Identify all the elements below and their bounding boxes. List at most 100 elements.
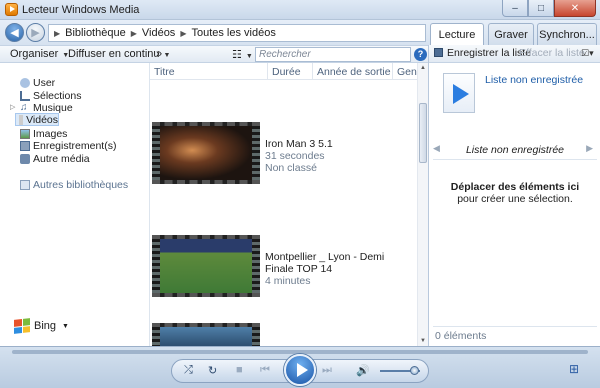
divider [433,326,597,327]
nav-item-user[interactable]: User [20,76,55,89]
switch-to-now-playing-button[interactable]: ⊞ [569,362,579,376]
column-release-year[interactable]: Année de sortie [317,66,391,78]
help-button[interactable]: ? [414,48,427,61]
stop-button[interactable]: ■ [236,364,243,376]
nav-item-label: Autre média [33,152,90,165]
view-options-icon: ☷ [232,49,242,61]
organize-label: Organiser [10,48,59,60]
expand-music-icon[interactable]: ▷ [10,103,15,111]
breadcrumb-library[interactable]: Bibliothèque [65,27,126,39]
breadcrumb-separator: ▶ [180,28,187,38]
minimize-button[interactable]: – [502,0,528,17]
save-list-button[interactable]: Enregistrer la liste [434,47,531,59]
scrollbar[interactable]: ▲ ▼ [417,63,428,346]
breadcrumb-videos[interactable]: Vidéos [142,27,175,39]
item-count: 0 éléments [435,330,487,342]
video-duration: 31 secondes [265,150,325,162]
playlist-nav-label: Liste non enregistrée [465,144,565,156]
scroll-down-icon[interactable]: ▼ [420,338,426,344]
nav-item-label: User [33,76,56,89]
video-thumbnail[interactable] [152,235,260,297]
divider [433,159,597,160]
tab-graver[interactable]: Graver [488,23,534,45]
scrollbar-thumb[interactable] [419,103,427,163]
tab-synchroniser[interactable]: Synchron... [537,23,597,45]
video-duration: 4 minutes [265,275,311,287]
library-icon [20,179,30,190]
window-controls: – □ ✕ [502,0,596,18]
video-title[interactable]: Montpellier _ Lyon - Demi Finale TOP 14 [265,251,415,275]
save-icon [434,48,443,57]
column-title[interactable]: Titre [154,66,175,78]
window-title: Lecteur Windows Media [22,4,140,16]
more-button[interactable]: » [156,48,162,60]
list-options-button[interactable]: ☑▾ [581,48,594,59]
playback-controls: ⤮ ↻ ■ ⏮ ⏭ 🔊 ⊞ [0,346,600,388]
playlist-icon [20,90,30,101]
windows-flag-icon [14,318,30,334]
video-info: Montpellier _ Lyon - Demi Finale TOP 14 … [265,251,415,287]
nav-item-label: Autres bibliothèques [33,178,129,191]
chevron-down-icon: ▼ [163,52,171,59]
search-input[interactable]: Rechercher [255,47,411,62]
video-info: Iron Man 3 5.1 31 secondes Non classé [265,138,415,174]
previous-button[interactable]: ⏮ [260,364,270,377]
mute-button[interactable]: 🔊 [356,364,370,377]
nav-item-videos[interactable]: Vidéos [15,113,59,126]
volume-slider[interactable] [380,366,420,375]
bing-search-provider[interactable]: Bing ▼ [14,318,69,334]
bing-label: Bing [34,320,57,332]
scroll-up-icon[interactable]: ▲ [420,65,426,71]
volume-knob[interactable] [409,366,419,375]
column-header: Titre Durée Année de sortie Genre [150,63,426,80]
repeat-button[interactable]: ↻ [208,364,217,377]
list-options-icon: ☑ [581,48,590,58]
user-icon [20,77,30,88]
back-button[interactable]: ◀ [5,23,24,42]
nav-item-label: Vidéos [26,113,58,126]
nav-item-other-libraries[interactable]: Autres bibliothèques [20,178,128,191]
column-duration[interactable]: Durée [272,66,301,78]
music-icon: ♫ [20,101,28,113]
video-title[interactable]: Iron Man 3 5.1 [265,138,415,150]
nav-item-label: Musique [33,101,73,114]
tab-lecture[interactable]: Lecture [430,23,484,46]
list-toolbar: Enregistrer la liste Effacer la liste ☑▾ [429,45,600,63]
navigation-pane: User Sélections ▷ ♫ Musique Vidéos Image… [0,63,150,346]
close-button[interactable]: ✕ [554,0,596,17]
forward-button[interactable]: ▶ [26,23,45,42]
organize-menu[interactable]: Organiser ▼ [10,48,69,60]
chevron-down-icon: ▾ [589,48,594,58]
drop-zone-title: Déplacer des éléments ici [450,181,580,193]
play-button[interactable] [284,354,316,386]
recording-icon [20,140,30,151]
nav-item-label: Enregistrement(s) [33,139,117,152]
drop-zone-subtitle: pour créer une sélection. [457,193,573,205]
image-icon [20,128,30,139]
video-icon [19,114,24,125]
view-options-button[interactable]: ☷ ▼ [232,48,253,61]
list-pane: Enregistrer la liste Effacer la liste ☑▾… [428,45,600,346]
play-icon [453,84,469,104]
next-button[interactable]: ⏭ [322,364,332,377]
nav-item-recordings[interactable]: Enregistrement(s) [20,139,116,152]
clear-list-button[interactable]: Effacer la liste [519,47,585,59]
breadcrumb-all-videos[interactable]: Toutes les vidéos [191,27,275,39]
video-thumbnail[interactable] [152,122,260,184]
playlist-navigator: ◀ Liste non enregistrée ▶ [429,143,600,157]
nav-item-other-media[interactable]: Autre média [20,152,90,165]
chevron-down-icon: ▼ [245,53,253,60]
breadcrumb: ▶ Bibliothèque ▶ Vidéos ▶ Toutes les vid… [48,24,426,42]
stream-label: Diffuser en continu [68,48,160,60]
chevron-down-icon: ▼ [62,322,69,330]
playlist-art [443,73,475,113]
video-list: Titre Durée Année de sortie Genre Iron M… [150,63,428,346]
media-player-icon [5,3,18,16]
video-thumbnail[interactable] [152,323,260,346]
playlist-name[interactable]: Liste non enregistrée [485,74,583,86]
title-bar: Lecteur Windows Media – □ ✕ [0,0,600,20]
next-list-icon[interactable]: ▶ [586,143,593,154]
other-media-icon [20,153,30,164]
maximize-button[interactable]: □ [528,0,554,17]
shuffle-button[interactable]: ⤮ [184,364,193,377]
